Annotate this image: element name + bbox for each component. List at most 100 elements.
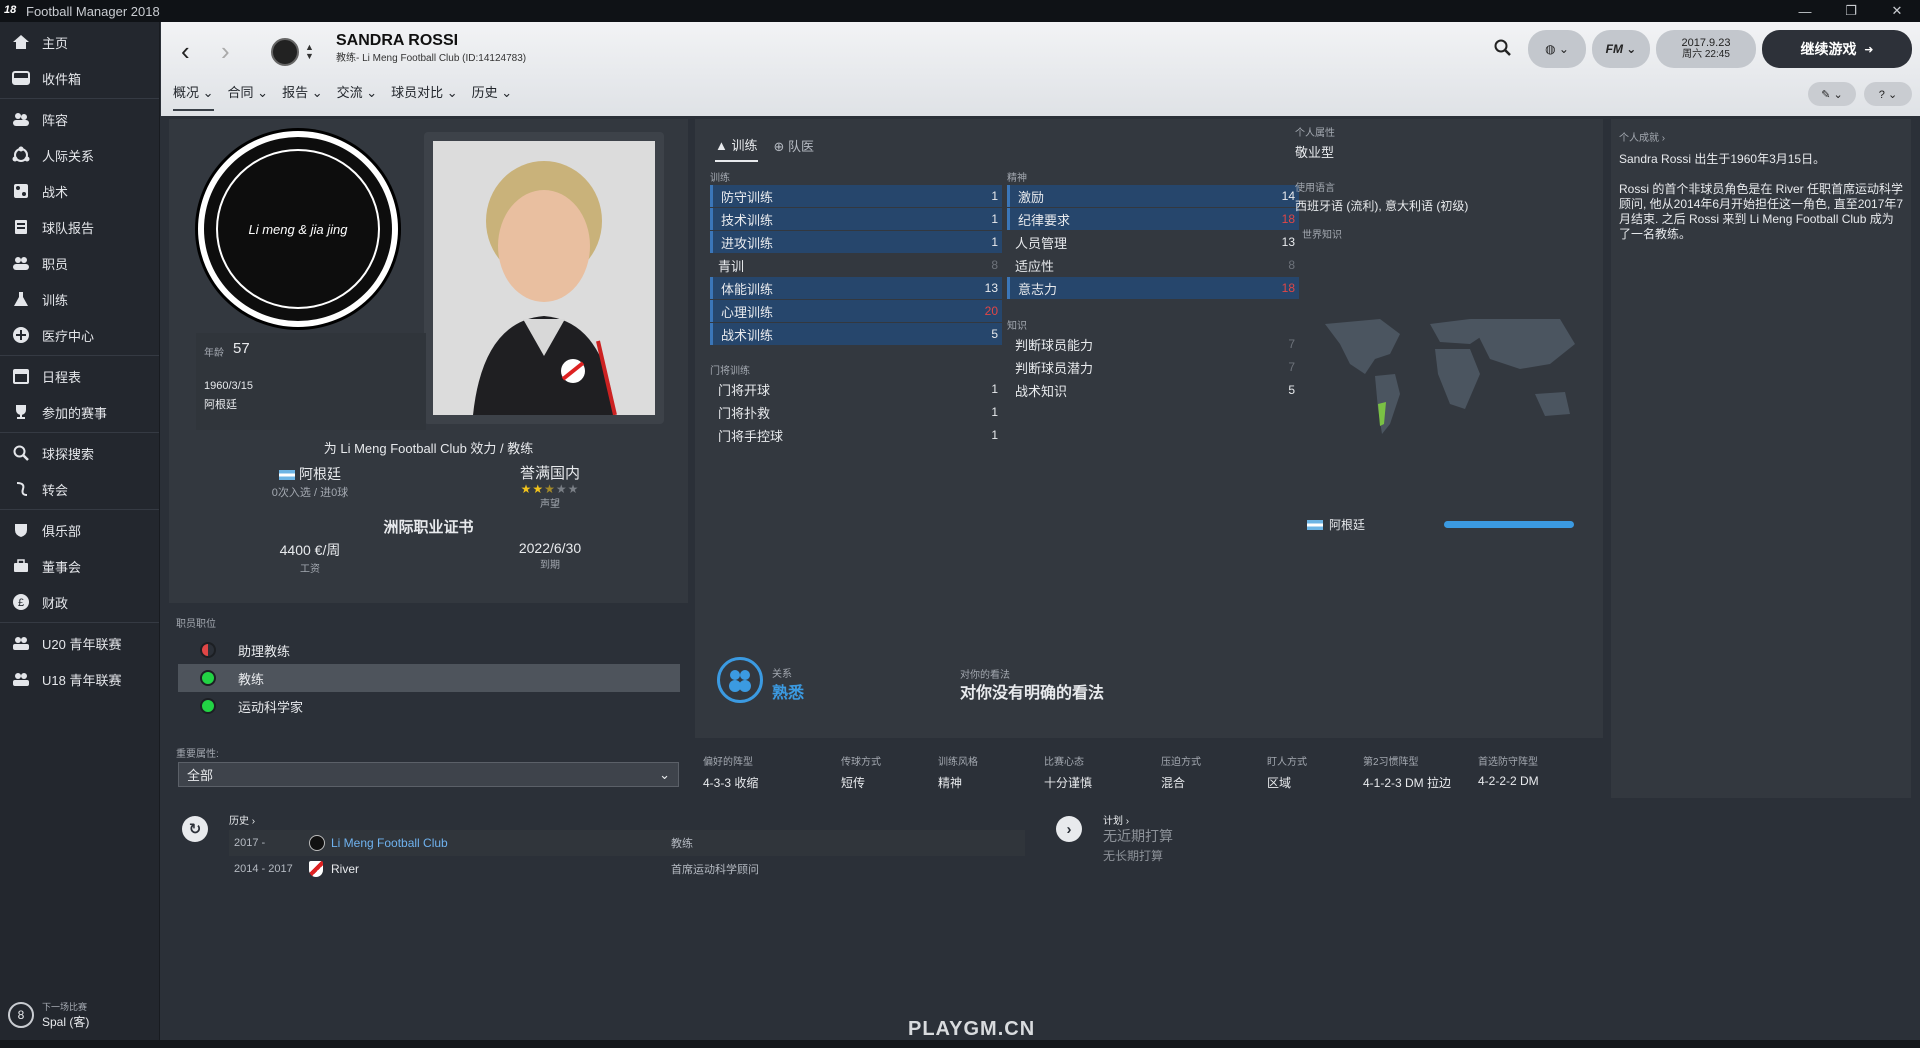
- attribute-name: 判断球员能力: [1015, 337, 1094, 353]
- up-down-icon[interactable]: ▲ ▼: [305, 42, 314, 61]
- attribute-row[interactable]: 战术训练 5: [710, 323, 1002, 345]
- tab-contract[interactable]: 合同 ⌄: [228, 82, 269, 111]
- sidebar-item-board[interactable]: 董事会: [0, 548, 159, 584]
- club-badge-icon: [309, 835, 325, 851]
- history-club[interactable]: Li Meng Football Club: [331, 836, 671, 850]
- continue-button[interactable]: 继续游戏 ➜: [1762, 30, 1912, 68]
- attribute-row[interactable]: 体能训练 13: [710, 277, 1002, 299]
- wage-label: 工资: [300, 564, 320, 575]
- calendar-icon: [12, 367, 30, 385]
- attribute-row[interactable]: 防守训练 1: [710, 185, 1002, 207]
- attribute-row[interactable]: 适应性 8: [1007, 254, 1299, 276]
- sidebar-item-home[interactable]: 主页: [0, 24, 159, 60]
- attribute-row[interactable]: 青训 8: [710, 254, 1002, 276]
- back-arrow-icon[interactable]: ‹: [181, 36, 221, 67]
- history-years: 2017 -: [234, 837, 266, 849]
- sidebar-item-medical[interactable]: 医疗中心: [0, 317, 159, 353]
- attribute-row[interactable]: 门将扑救 1: [710, 401, 1002, 423]
- key-attr-select[interactable]: 全部 ⌄: [178, 762, 679, 787]
- history-icon[interactable]: ↻: [182, 816, 208, 842]
- help-icon: ? ⌄: [1878, 88, 1898, 101]
- preference-value: 4-1-2-3 DM 拉边: [1363, 776, 1452, 790]
- u18-icon: [12, 670, 30, 688]
- sidebar-item-staff[interactable]: 职员: [0, 245, 159, 281]
- world-button[interactable]: ◍ ⌄: [1528, 30, 1586, 68]
- history-row[interactable]: 2017 - Li Meng Football Club 教练: [229, 830, 1025, 856]
- sidebar-item-u20[interactable]: U20 青年联赛: [0, 625, 159, 661]
- sidebar-item-report[interactable]: 球队报告: [0, 209, 159, 245]
- sidebar-item-squad[interactable]: 阵容: [0, 101, 159, 137]
- attribute-row[interactable]: 判断球员潜力 7: [1007, 356, 1299, 378]
- club-role: 为 Li Meng Football Club 效力 / 教练: [323, 441, 534, 456]
- globe-icon: ◍ ⌄: [1545, 42, 1569, 56]
- attribute-row[interactable]: 激励 14: [1007, 185, 1299, 207]
- role-item[interactable]: 助理教练: [178, 636, 680, 664]
- sidebar-item-transfers[interactable]: 转会: [0, 471, 159, 507]
- argentina-flag-icon: [1307, 519, 1323, 530]
- tab-compare[interactable]: 球员对比 ⌄: [391, 82, 458, 111]
- attribute-row[interactable]: 意志力 18: [1007, 277, 1299, 299]
- tab-interaction[interactable]: 交流 ⌄: [337, 82, 378, 111]
- sidebar-item-calendar[interactable]: 日程表: [0, 358, 159, 394]
- date-display[interactable]: 2017.9.23 周六 22:45: [1656, 30, 1756, 68]
- sidebar-item-finance[interactable]: £ 财政: [0, 584, 159, 620]
- fm-menu-button[interactable]: FM ⌄: [1592, 30, 1650, 68]
- attribute-value: 14: [1281, 189, 1295, 203]
- close-button[interactable]: ✕: [1874, 0, 1920, 22]
- attribute-value: 1: [991, 235, 998, 249]
- relationships-icon: [12, 146, 30, 164]
- sidebar-item-tactics[interactable]: 战术: [0, 173, 159, 209]
- attribute-value: 8: [1288, 258, 1295, 272]
- preference-item: 偏好的阵型 4-3-3 收缩: [703, 753, 841, 791]
- attribute-row[interactable]: 心理训练 20: [710, 300, 1002, 322]
- preference-label: 第2习惯阵型: [1363, 757, 1419, 768]
- nation-name[interactable]: 阿根廷: [299, 466, 341, 482]
- tab-reports[interactable]: 报告 ⌄: [282, 82, 323, 111]
- club-crest-logo: Li meng & jia jing: [198, 131, 398, 327]
- tab-training-attrs[interactable]: ▲ 训练: [715, 135, 758, 162]
- history-club[interactable]: River: [331, 862, 671, 876]
- attribute-row[interactable]: 技术训练 1: [710, 208, 1002, 230]
- tab-medical-attrs[interactable]: ⊕ 队医: [774, 136, 815, 161]
- attribute-name: 战术知识: [1015, 383, 1068, 399]
- history-row[interactable]: 2014 - 2017 River 首席运动科学顾问: [229, 856, 1025, 882]
- sidebar-item-relationships[interactable]: 人际关系: [0, 137, 159, 173]
- attribute-row[interactable]: 门将手控球 1: [710, 424, 1002, 446]
- attribute-row[interactable]: 人员管理 13: [1007, 231, 1299, 253]
- edit-button[interactable]: ✎ ⌄: [1808, 82, 1856, 106]
- next-match-days: 8: [8, 1002, 34, 1028]
- restore-button[interactable]: ❐: [1828, 0, 1874, 22]
- sidebar-item-inbox[interactable]: 收件箱: [0, 60, 159, 96]
- role-item[interactable]: 教练: [178, 664, 680, 692]
- sidebar-item-scouting[interactable]: 球探搜索: [0, 435, 159, 471]
- next-match-label: 下一场比赛: [42, 1002, 88, 1012]
- attribute-row[interactable]: 纪律要求 18: [1007, 208, 1299, 230]
- attribute-name: 门将扑救: [718, 405, 771, 421]
- attribute-name: 适应性: [1015, 258, 1055, 274]
- plans-icon[interactable]: ›: [1056, 816, 1082, 842]
- country-knowledge-bar: [1444, 521, 1574, 528]
- tab-overview[interactable]: 概况 ⌄: [173, 82, 214, 111]
- sidebar-item-competitions[interactable]: 参加的赛事: [0, 394, 159, 430]
- history-title[interactable]: 历史 ›: [229, 812, 255, 827]
- achievements-title[interactable]: 个人成就 ›: [1619, 129, 1665, 144]
- trophy-icon: [12, 403, 30, 421]
- tab-history[interactable]: 历史 ⌄: [472, 82, 513, 111]
- attribute-row[interactable]: 判断球员能力 7: [1007, 333, 1299, 355]
- achievements-line2: Rossi 的首个非球员角色是在 River 任职首席运动科学顾问, 他从201…: [1619, 182, 1904, 241]
- attribute-row[interactable]: 进攻训练 1: [710, 231, 1002, 253]
- help-button[interactable]: ? ⌄: [1864, 82, 1912, 106]
- sidebar-item-u18[interactable]: U18 青年联赛: [0, 661, 159, 697]
- role-item[interactable]: 运动科学家: [178, 692, 680, 720]
- attribute-row[interactable]: 战术知识 5: [1007, 379, 1299, 401]
- sidebar-item-training[interactable]: 训练: [0, 281, 159, 317]
- sidebar-item-club[interactable]: 俱乐部: [0, 512, 159, 548]
- next-match[interactable]: 8 下一场比赛 Spal (客): [8, 1000, 89, 1030]
- minimize-button[interactable]: —: [1782, 0, 1828, 22]
- club-badge-small[interactable]: [271, 37, 299, 66]
- forward-arrow-icon[interactable]: ›: [221, 36, 261, 67]
- plans-title[interactable]: 计划 ›: [1103, 812, 1129, 827]
- attribute-name: 技术训练: [721, 212, 774, 228]
- search-icon[interactable]: [1494, 39, 1512, 60]
- attribute-row[interactable]: 门将开球 1: [710, 378, 1002, 400]
